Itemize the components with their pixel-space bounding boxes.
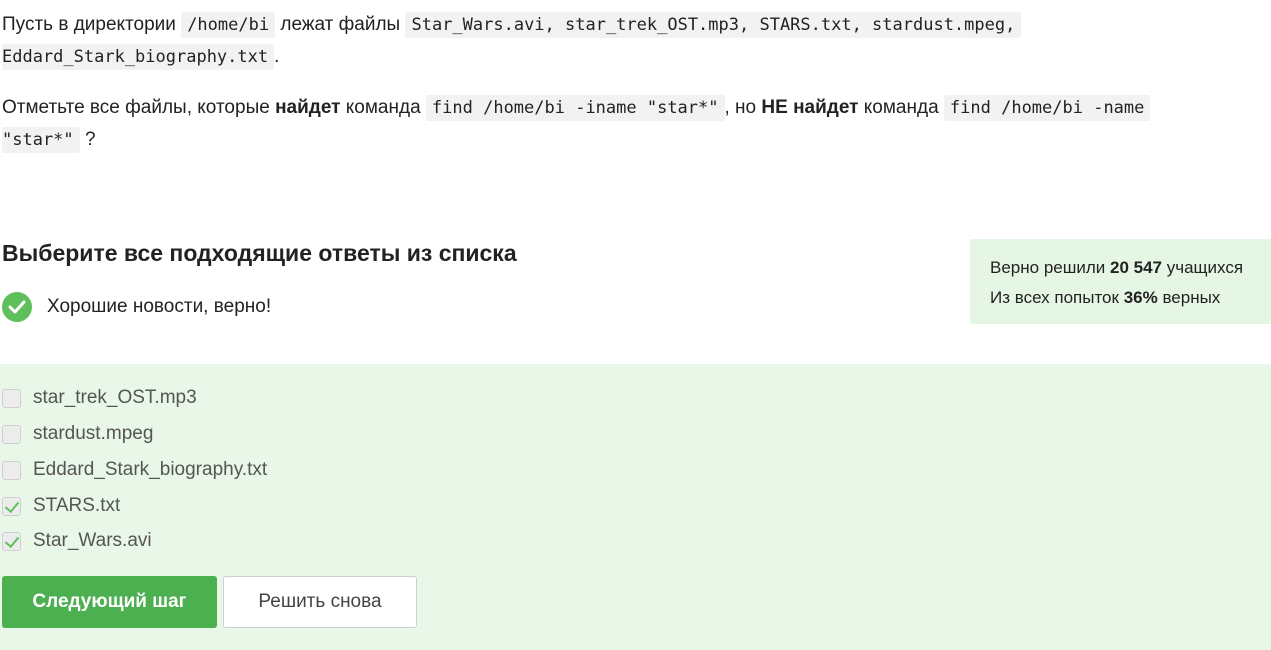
checkbox-checked[interactable] [2, 531, 21, 551]
checkbox[interactable] [2, 460, 21, 480]
next-step-button[interactable]: Следующий шаг [2, 576, 217, 628]
option-label: stardust.mpeg [33, 423, 154, 444]
option-stars-txt[interactable]: STARS.txt [2, 494, 120, 518]
feedback-text: Хорошие новости, верно! [47, 296, 272, 317]
option-label: Eddard_Stark_biography.txt [33, 459, 268, 480]
option-star-wars[interactable]: Star_Wars.avi [2, 529, 152, 553]
code-find-name: find /home/bi -name [943, 95, 1151, 121]
stats-label: верных [1162, 288, 1221, 307]
option-label: star_trek_OST.mp3 [33, 387, 197, 408]
stats-solved-line: Верно решили 20 547 учащихся [990, 253, 1271, 283]
question-text-part: лежат файлы [280, 14, 401, 35]
question-text-part: ? [84, 129, 96, 150]
question-text-part: Отметьте все файлы, которые [2, 97, 270, 118]
answers-title: Выберите все подходящие ответы из списка [2, 240, 517, 266]
checkbox[interactable] [2, 424, 21, 444]
option-label: Star_Wars.avi [33, 530, 152, 551]
stats-percent-line: Из всех попыток 36% верных [990, 283, 1271, 313]
code-file-list: Star_Wars.avi, star_trek_OST.mp3, STARS.… [405, 12, 1022, 38]
option-star-trek[interactable]: star_trek_OST.mp3 [2, 386, 197, 410]
question-text-part: . [274, 46, 280, 67]
code-file-list-cont: Eddard_Stark_biography.txt [2, 44, 275, 70]
check-circle-icon [2, 292, 32, 322]
question-text-part: команда [345, 97, 421, 118]
code-home-dir: /home/bi [181, 12, 276, 38]
stats-label: учащихся [1166, 258, 1244, 277]
question-text-part: Пусть в директории [2, 14, 176, 35]
code-find-name-cont: "star*" [2, 127, 80, 153]
step-page: Пусть в директории /home/bi лежат файлы … [0, 0, 1271, 650]
question-text: Пусть в директории /home/bi лежат файлы … [2, 9, 1252, 175]
question-text-part: , но [724, 97, 757, 118]
option-label: STARS.txt [33, 495, 121, 516]
code-find-iname: find /home/bi -iname "star*" [425, 95, 725, 121]
option-eddard-stark[interactable]: Eddard_Stark_biography.txt [2, 458, 267, 482]
feedback-message: Хорошие новости, верно! [2, 292, 271, 322]
question-bold-part: НЕ найдет [761, 97, 859, 118]
stats-solved-count: 20 547 [1110, 258, 1163, 277]
checkbox[interactable] [2, 388, 21, 408]
stats-label: Из всех попыток [990, 288, 1119, 307]
option-stardust[interactable]: stardust.mpeg [2, 422, 153, 446]
question-paragraph-1: Пусть в директории /home/bi лежат файлы … [2, 9, 1252, 73]
question-paragraph-2: Отметьте все файлы, которые найдет коман… [2, 92, 1252, 156]
question-text-part: команда [863, 97, 939, 118]
question-bold-part: найдет [275, 97, 341, 118]
solve-again-button[interactable]: Решить снова [223, 576, 417, 628]
stats-percent: 36% [1123, 288, 1158, 307]
solve-stats: Верно решили 20 547 учащихся Из всех поп… [970, 239, 1271, 324]
stats-label: Верно решили [990, 258, 1106, 277]
checkbox-checked[interactable] [2, 496, 21, 516]
